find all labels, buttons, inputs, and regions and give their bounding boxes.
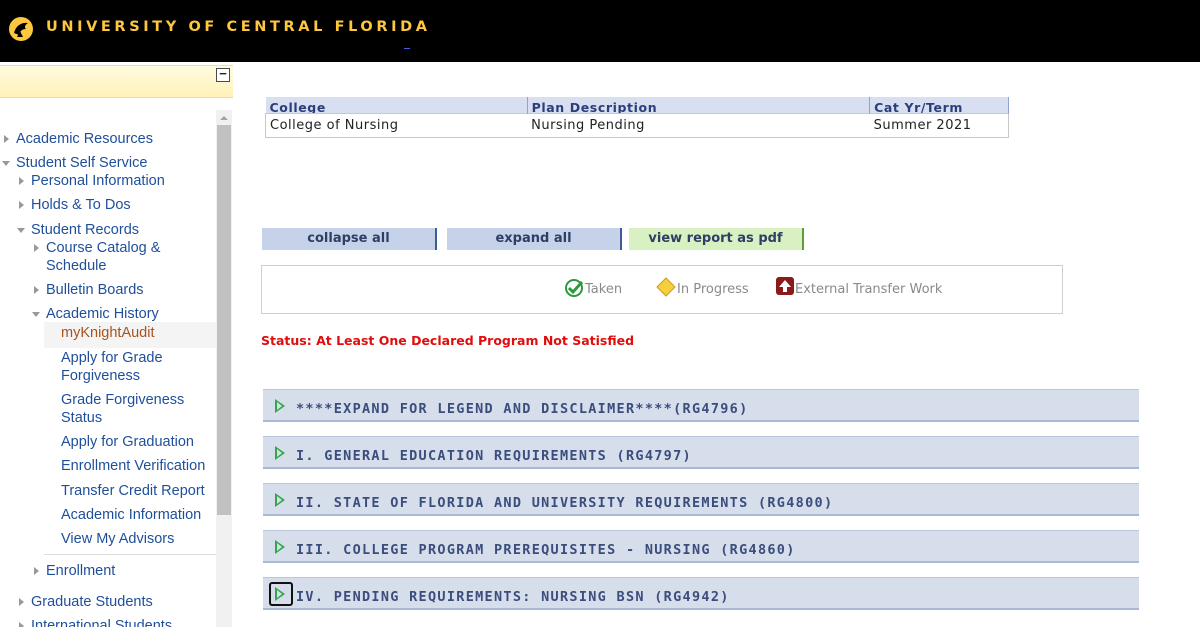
sidebar-item-label: Holds & To Dos <box>31 197 131 213</box>
sidebar-item[interactable]: Grade Forgiveness <box>61 391 184 409</box>
sidebar-item[interactable]: Apply for Graduation <box>61 433 194 451</box>
sidebar-item-label: Transfer Credit Report <box>61 483 205 499</box>
expand-arrow-icon[interactable] <box>4 135 9 143</box>
sidebar-item[interactable]: Bulletin Boards <box>34 281 144 299</box>
sidebar-item[interactable]: Student Records <box>17 221 140 239</box>
scrollbar-thumb[interactable] <box>217 125 231 515</box>
sidebar-item[interactable]: Academic History <box>32 305 159 323</box>
sidebar-item-label: Academic History <box>46 306 159 322</box>
requirement-section[interactable]: II. STATE OF FLORIDA AND UNIVERSITY REQU… <box>263 483 1139 516</box>
collapse-arrow-icon[interactable] <box>32 312 40 317</box>
sidebar-item-label: Grade Forgiveness <box>61 392 185 408</box>
sidebar-item[interactable]: Schedule <box>46 257 106 275</box>
sidebar-item-label: Apply for Graduation <box>61 434 194 450</box>
sidebar-item-label: Enrollment <box>46 563 116 579</box>
sidebar-item[interactable]: Forgiveness <box>61 367 140 385</box>
in-progress-diamond-icon <box>656 277 676 297</box>
sidebar-item[interactable]: Academic Resources <box>4 130 153 148</box>
collapse-nav-icon[interactable]: − <box>216 67 230 82</box>
sidebar-item-label: myKnightAudit <box>61 325 155 341</box>
expand-arrow-icon[interactable] <box>34 567 39 575</box>
sidebar-item[interactable]: Enrollment Verification <box>61 457 205 475</box>
plan-description-value: Nursing Pending <box>527 112 870 138</box>
sidebar-item-label: Apply for Grade <box>61 350 163 366</box>
expand-triangle-inner <box>277 402 282 410</box>
sidebar-item[interactable]: Status <box>61 409 102 427</box>
left-navigation: Academic Resources Student Self Service Pe… <box>0 110 216 627</box>
legend-in-progress: In Progress <box>677 282 749 297</box>
nav-header-bar <box>0 65 233 98</box>
requirement-title: I. GENERAL EDUCATION REQUIREMENTS (RG479… <box>296 448 692 464</box>
sidebar-item-label: International Students <box>31 618 173 627</box>
sidebar-item-label: Status <box>61 410 103 426</box>
legend-box: Taken In Progress External Transfer Work <box>261 265 1063 314</box>
collapse-all-button[interactable]: collapse all <box>262 228 437 250</box>
col-cat-yr-term: Cat Yr/Term <box>869 97 1009 113</box>
college-value: College of Nursing <box>265 112 528 138</box>
requirement-title: II. STATE OF FLORIDA AND UNIVERSITY REQU… <box>296 495 834 511</box>
sidebar-item-label: Forgiveness <box>61 368 140 384</box>
sidebar-item-label: Academic Resources <box>16 131 153 147</box>
header-link-mark <box>404 48 410 49</box>
sidebar-item[interactable]: Student Self Service <box>2 154 148 172</box>
col-plan-description: Plan Description <box>527 97 871 113</box>
requirement-section[interactable]: III. COLLEGE PROGRAM PREREQUISITES - NUR… <box>263 530 1139 563</box>
sidebar-item-label: View My Advisors <box>61 531 175 547</box>
sidebar-item[interactable]: Apply for Grade <box>61 349 163 367</box>
transfer-arrow-icon <box>776 277 794 295</box>
requirement-title: ****EXPAND FOR LEGEND AND DISCLAIMER****… <box>296 401 749 417</box>
legend-taken: Taken <box>585 282 623 297</box>
expand-arrow-icon[interactable] <box>19 177 24 185</box>
university-name[interactable]: UNIVERSITY OF CENTRAL FLORIDA <box>46 19 431 35</box>
expand-arrow-icon[interactable] <box>19 622 24 627</box>
sidebar-item[interactable]: Course Catalog & <box>34 239 161 257</box>
sidebar-item[interactable]: Enrollment <box>34 562 116 580</box>
expand-triangle-inner <box>277 496 282 504</box>
sidebar-item-label: Schedule <box>46 258 107 274</box>
sidebar-item[interactable]: View My Advisors <box>61 530 174 548</box>
sidebar-item-label: Course Catalog & <box>46 240 161 256</box>
sidebar-item-label: Bulletin Boards <box>46 282 144 298</box>
sidebar-item-label: Student Self Service <box>16 155 148 171</box>
plan-table: College Plan Description Cat Yr/Term Col… <box>265 97 1009 138</box>
requirement-section[interactable]: IV. PENDING REQUIREMENTS: NURSING BSN (R… <box>263 577 1139 610</box>
expand-triangle-inner <box>277 543 282 551</box>
sidebar-item[interactable]: Graduate Students <box>19 593 153 611</box>
table-row: College of Nursing Nursing Pending Summe… <box>265 112 1009 138</box>
sidebar-item-label: Graduate Students <box>31 594 153 610</box>
sidebar-item[interactable]: Academic Information <box>61 506 201 524</box>
sidebar-item[interactable]: myKnightAudit <box>61 324 155 342</box>
scroll-up-arrow-icon[interactable] <box>220 116 228 120</box>
sidebar-item[interactable]: Personal Information <box>19 172 165 190</box>
expand-triangle-inner <box>277 590 282 598</box>
collapse-arrow-icon[interactable] <box>17 228 25 233</box>
taken-check-icon <box>565 279 584 297</box>
requirement-section[interactable]: ****EXPAND FOR LEGEND AND DISCLAIMER****… <box>263 389 1139 422</box>
plan-table-header: College Plan Description Cat Yr/Term <box>265 97 1009 113</box>
expand-triangle-inner <box>277 449 282 457</box>
expand-arrow-icon[interactable] <box>19 201 24 209</box>
top-banner: UNIVERSITY OF CENTRAL FLORIDA <box>0 0 1200 62</box>
sidebar-item[interactable]: Holds & To Dos <box>19 196 131 214</box>
expand-all-button[interactable]: expand all <box>447 228 622 250</box>
sidebar-item[interactable]: International Students <box>19 617 173 627</box>
expand-arrow-icon[interactable] <box>34 244 39 252</box>
collapse-arrow-icon[interactable] <box>2 161 10 166</box>
legend-transfer: External Transfer Work <box>795 282 943 297</box>
sidebar-item-label: Academic Information <box>61 507 202 523</box>
expand-arrow-icon[interactable] <box>19 598 24 606</box>
pegasus-logo-icon <box>9 17 33 41</box>
sidebar-item-label: Enrollment Verification <box>61 458 206 474</box>
requirement-title: III. COLLEGE PROGRAM PREREQUISITES - NUR… <box>296 542 796 558</box>
sidebar-item-label: Student Records <box>31 222 140 238</box>
requirement-section[interactable]: I. GENERAL EDUCATION REQUIREMENTS (RG479… <box>263 436 1139 469</box>
view-pdf-button[interactable]: view report as pdf <box>629 228 804 250</box>
cat-term-value: Summer 2021 <box>869 112 1009 138</box>
expand-arrow-icon[interactable] <box>34 286 39 294</box>
sidebar-item-label: Personal Information <box>31 173 165 189</box>
status-message: Status: At Least One Declared Program No… <box>261 333 635 348</box>
col-college: College <box>265 97 528 113</box>
requirement-title: IV. PENDING REQUIREMENTS: NURSING BSN (R… <box>296 589 730 605</box>
sidebar-item[interactable]: Transfer Credit Report <box>61 482 205 500</box>
